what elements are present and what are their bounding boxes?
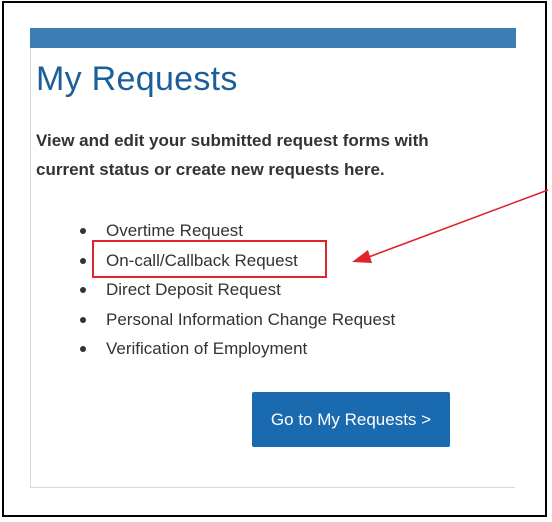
bullet-icon (80, 228, 86, 234)
bullet-icon (80, 316, 86, 323)
list-item-personal-information-change-request: Personal Information Change Request (80, 305, 395, 335)
list-item-verification-of-employment: Verification of Employment (80, 334, 395, 364)
list-item-direct-deposit-request: Direct Deposit Request (80, 275, 395, 305)
list-item-label: Direct Deposit Request (106, 280, 281, 299)
list-item-overtime-request: Overtime Request (80, 216, 395, 246)
request-types-list: Overtime Request On-call/Callback Reques… (80, 216, 395, 364)
bullet-icon (80, 287, 86, 293)
list-item-label: Verification of Employment (106, 339, 308, 358)
list-item-label: On-call/Callback Request (106, 250, 298, 270)
list-item-label: Overtime Request (106, 221, 243, 240)
card-title: My Requests (36, 60, 238, 98)
card-description: View and edit your submitted request for… (36, 131, 429, 179)
bullet-icon (80, 346, 86, 352)
bullet-icon (80, 257, 86, 264)
list-item-on-call-callback-request: On-call/Callback Request (80, 246, 395, 276)
go-to-my-requests-button[interactable]: Go to My Requests > (252, 392, 450, 447)
list-item-label: Personal Information Change Request (106, 309, 396, 329)
card-header-bar (30, 28, 516, 48)
